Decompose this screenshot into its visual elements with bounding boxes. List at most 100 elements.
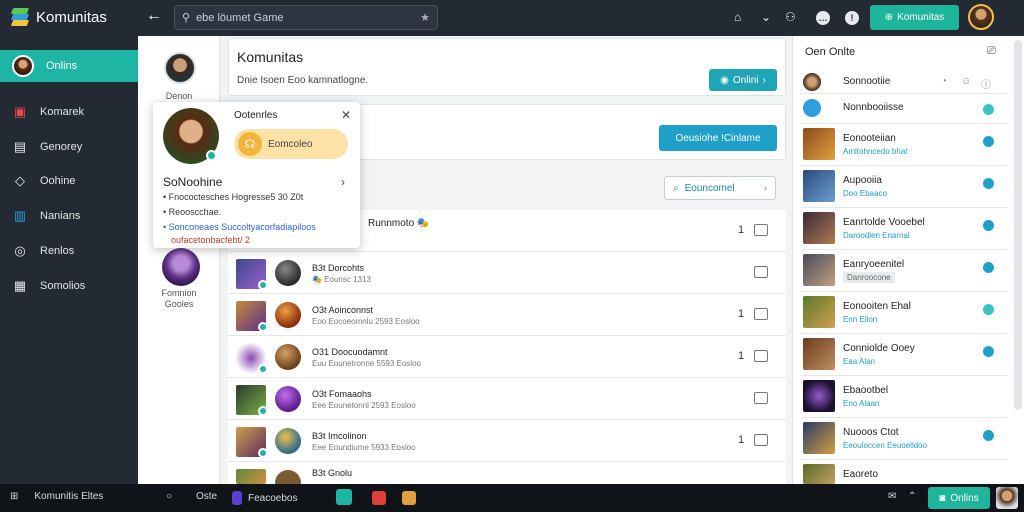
- sidebar-item-komarek[interactable]: ▣ Komarek: [0, 96, 138, 128]
- row-title: O31 Doocuodamnt: [312, 347, 388, 357]
- sidebar-item-genorey[interactable]: ▤ Genorey: [0, 131, 138, 163]
- list-item[interactable]: Eanryoeenitel Danroocone: [801, 250, 1007, 292]
- popup-line-text[interactable]: oufacetonbacfebt/ 2: [171, 235, 250, 245]
- user-avatar[interactable]: [996, 487, 1018, 509]
- compose-icon[interactable]: ⎚: [987, 45, 996, 58]
- globe-icon: ◉: [720, 74, 729, 86]
- list-item[interactable]: Eanrtolde Vooebel Daroodlen Enarnal: [801, 208, 1007, 250]
- chevron-right-icon[interactable]: ›: [341, 175, 345, 189]
- row-meta: 🎭 Eounsc 1313: [312, 275, 371, 284]
- star-icon[interactable]: ★: [420, 11, 430, 24]
- list-item[interactable]: Eonooteiian Amltohncedo bhat: [801, 124, 1007, 166]
- start-button[interactable]: ⊞ Komunitis Eltes: [10, 491, 103, 502]
- chat-icon: ◙: [939, 492, 946, 504]
- list-item[interactable]: Sonnootiie ◔ ☺ ⓘ: [801, 70, 1007, 94]
- reply-icon[interactable]: [754, 224, 768, 236]
- table-row[interactable]: O31 Doocuodamnt Euu Eounetronne 5593 Eos…: [228, 336, 786, 378]
- taskbar: ⊞ Komunitis Eltes ○ Oste Feacoebos ✉ ⌃: [0, 484, 1024, 512]
- status-pill[interactable]: ☊ Eomcoleo: [234, 129, 348, 159]
- online-badge: [206, 150, 217, 161]
- status-pill-label: Eomcoleo: [268, 138, 313, 150]
- table-row[interactable]: O3t Fomaaohs Eee Eounetonnl 2593 Eosloo: [228, 378, 786, 420]
- reply-icon[interactable]: [754, 434, 768, 446]
- user-avatar[interactable]: [164, 52, 196, 84]
- table-row[interactable]: B3t Gnolu: [228, 462, 786, 485]
- status-badge: [983, 136, 994, 147]
- windows-icon: ⊞: [10, 491, 19, 502]
- game-thumbnail: [236, 469, 266, 484]
- search-icon[interactable]: ○: [166, 491, 172, 502]
- search-bar[interactable]: ⚲ ebe löumet Game ★: [174, 5, 438, 30]
- people-icon[interactable]: ⚇: [785, 10, 796, 24]
- sidebar-item-somolios[interactable]: ▦ Somolios: [0, 270, 138, 302]
- popup-title: Ootenrles: [234, 110, 278, 121]
- komunitas-button[interactable]: ⊕ Komunitas: [870, 5, 959, 30]
- sidebar-item-label: Onlins: [46, 60, 78, 72]
- headset-icon: ☊: [238, 132, 262, 156]
- row-title: B3t Dorcohts: [312, 263, 365, 273]
- chat-icon[interactable]: …: [816, 11, 830, 25]
- close-icon[interactable]: ✕: [341, 108, 351, 122]
- user-avatar[interactable]: [968, 4, 994, 30]
- list-item[interactable]: Eonooiten Ehal Enn Eilon: [801, 292, 1007, 334]
- user-status: Doo Ebaaco: [843, 189, 888, 198]
- user-name: Eaoreto: [843, 469, 879, 480]
- sidebar-item-nanians[interactable]: ▥ Nanians: [0, 200, 138, 232]
- list-item[interactable]: Conniolde Ooey Eaa Alan: [801, 334, 1007, 376]
- online-badge: [258, 280, 268, 290]
- online-button[interactable]: ◙ Onlins: [928, 487, 990, 509]
- taskbar-app[interactable]: [402, 491, 416, 505]
- table-row[interactable]: O3t Aoinconnst Eoo Eocoeomnlu 2593 Eoslo…: [228, 294, 786, 336]
- avatar: [803, 464, 835, 484]
- sidebar-item-oohine[interactable]: ◇ Oohine: [0, 165, 138, 197]
- chevron-down-icon[interactable]: ⌄: [761, 10, 771, 24]
- user-avatar[interactable]: [162, 248, 200, 286]
- sidebar-item-onlins[interactable]: Onlins: [0, 50, 138, 82]
- table-row[interactable]: B3t Dorcohts 🎭 Eounsc 1313: [228, 252, 786, 294]
- avatar: [803, 338, 835, 370]
- user-status: Daroodlen Enarnal: [843, 231, 910, 240]
- sidebar-item-label: Nanians: [40, 210, 81, 222]
- app-logo[interactable]: Komunitas: [10, 8, 107, 26]
- popup-line-text: Fnococtesches Hogresse5 30 Z0t: [168, 192, 304, 202]
- popup-line-text: Sonconeaes Succoltyacorfadiapiloos: [168, 222, 316, 232]
- reply-icon[interactable]: [754, 350, 768, 362]
- profile-popup: Ootenrles ✕ ☊ Eomcoleo SoNoohine › • Fno…: [153, 102, 360, 248]
- scrollbar[interactable]: [1014, 40, 1022, 410]
- list-item[interactable]: Ebaootbel Eno Alaan: [801, 376, 1007, 418]
- online-badge: [258, 406, 268, 416]
- arrow-left-icon[interactable]: ←: [146, 7, 162, 25]
- filter-button[interactable]: ⌕ Eouncomel ›: [664, 176, 776, 200]
- chevron-right-icon: ›: [763, 182, 767, 194]
- home-icon[interactable]: ⌂: [734, 10, 741, 24]
- row-title: Runnmoto 🎭: [368, 218, 430, 229]
- taskbar-app[interactable]: [372, 491, 386, 505]
- online-badge: [258, 448, 268, 458]
- chevron-up-icon[interactable]: ⌃: [908, 491, 916, 502]
- popup-line[interactable]: • Sonconeaes Succoltyacorfadiapiloos: [163, 222, 316, 232]
- diamond-icon: ◇: [15, 173, 25, 188]
- reply-icon[interactable]: [754, 266, 768, 278]
- list-item[interactable]: Nuooos Ctot Eeouloccen Eeuoelldoo: [801, 418, 1007, 460]
- info-icon[interactable]: ⓘ: [981, 76, 991, 91]
- list-item[interactable]: Aupooiia Doo Ebaaco: [801, 166, 1007, 208]
- mail-icon[interactable]: ✉: [888, 491, 896, 502]
- sidebar-item-renlos[interactable]: ◎ Renlos: [0, 235, 138, 267]
- search-input[interactable]: ebe löumet Game: [196, 12, 283, 24]
- info-icon[interactable]: !: [845, 11, 859, 25]
- user-name: Eanryoeenitel: [843, 259, 905, 270]
- list-item[interactable]: Eaoreto: [801, 460, 1007, 484]
- search-icon: ⚲: [182, 12, 191, 24]
- avatar: [803, 422, 835, 454]
- taskbar-tab[interactable]: Oste: [196, 491, 217, 502]
- onlini-button[interactable]: ◉ Onlini ›: [709, 69, 777, 91]
- reply-icon[interactable]: [754, 308, 768, 320]
- row-meta: Eee Eounetonnl 2593 Eosloo: [312, 401, 416, 410]
- post-button[interactable]: Oeusiohe !Cinlame: [659, 125, 777, 151]
- reply-icon[interactable]: [754, 392, 768, 404]
- list-item[interactable]: Nonnbooiisse: [801, 94, 1007, 124]
- table-row[interactable]: B3t Imcolinon Eee Eoundiume 5933 Eosloo …: [228, 420, 786, 462]
- taskbar-tab[interactable]: Feacoebos: [232, 491, 297, 505]
- taskbar-app[interactable]: [336, 489, 352, 505]
- panel-title: Oen Onlte: [805, 46, 856, 58]
